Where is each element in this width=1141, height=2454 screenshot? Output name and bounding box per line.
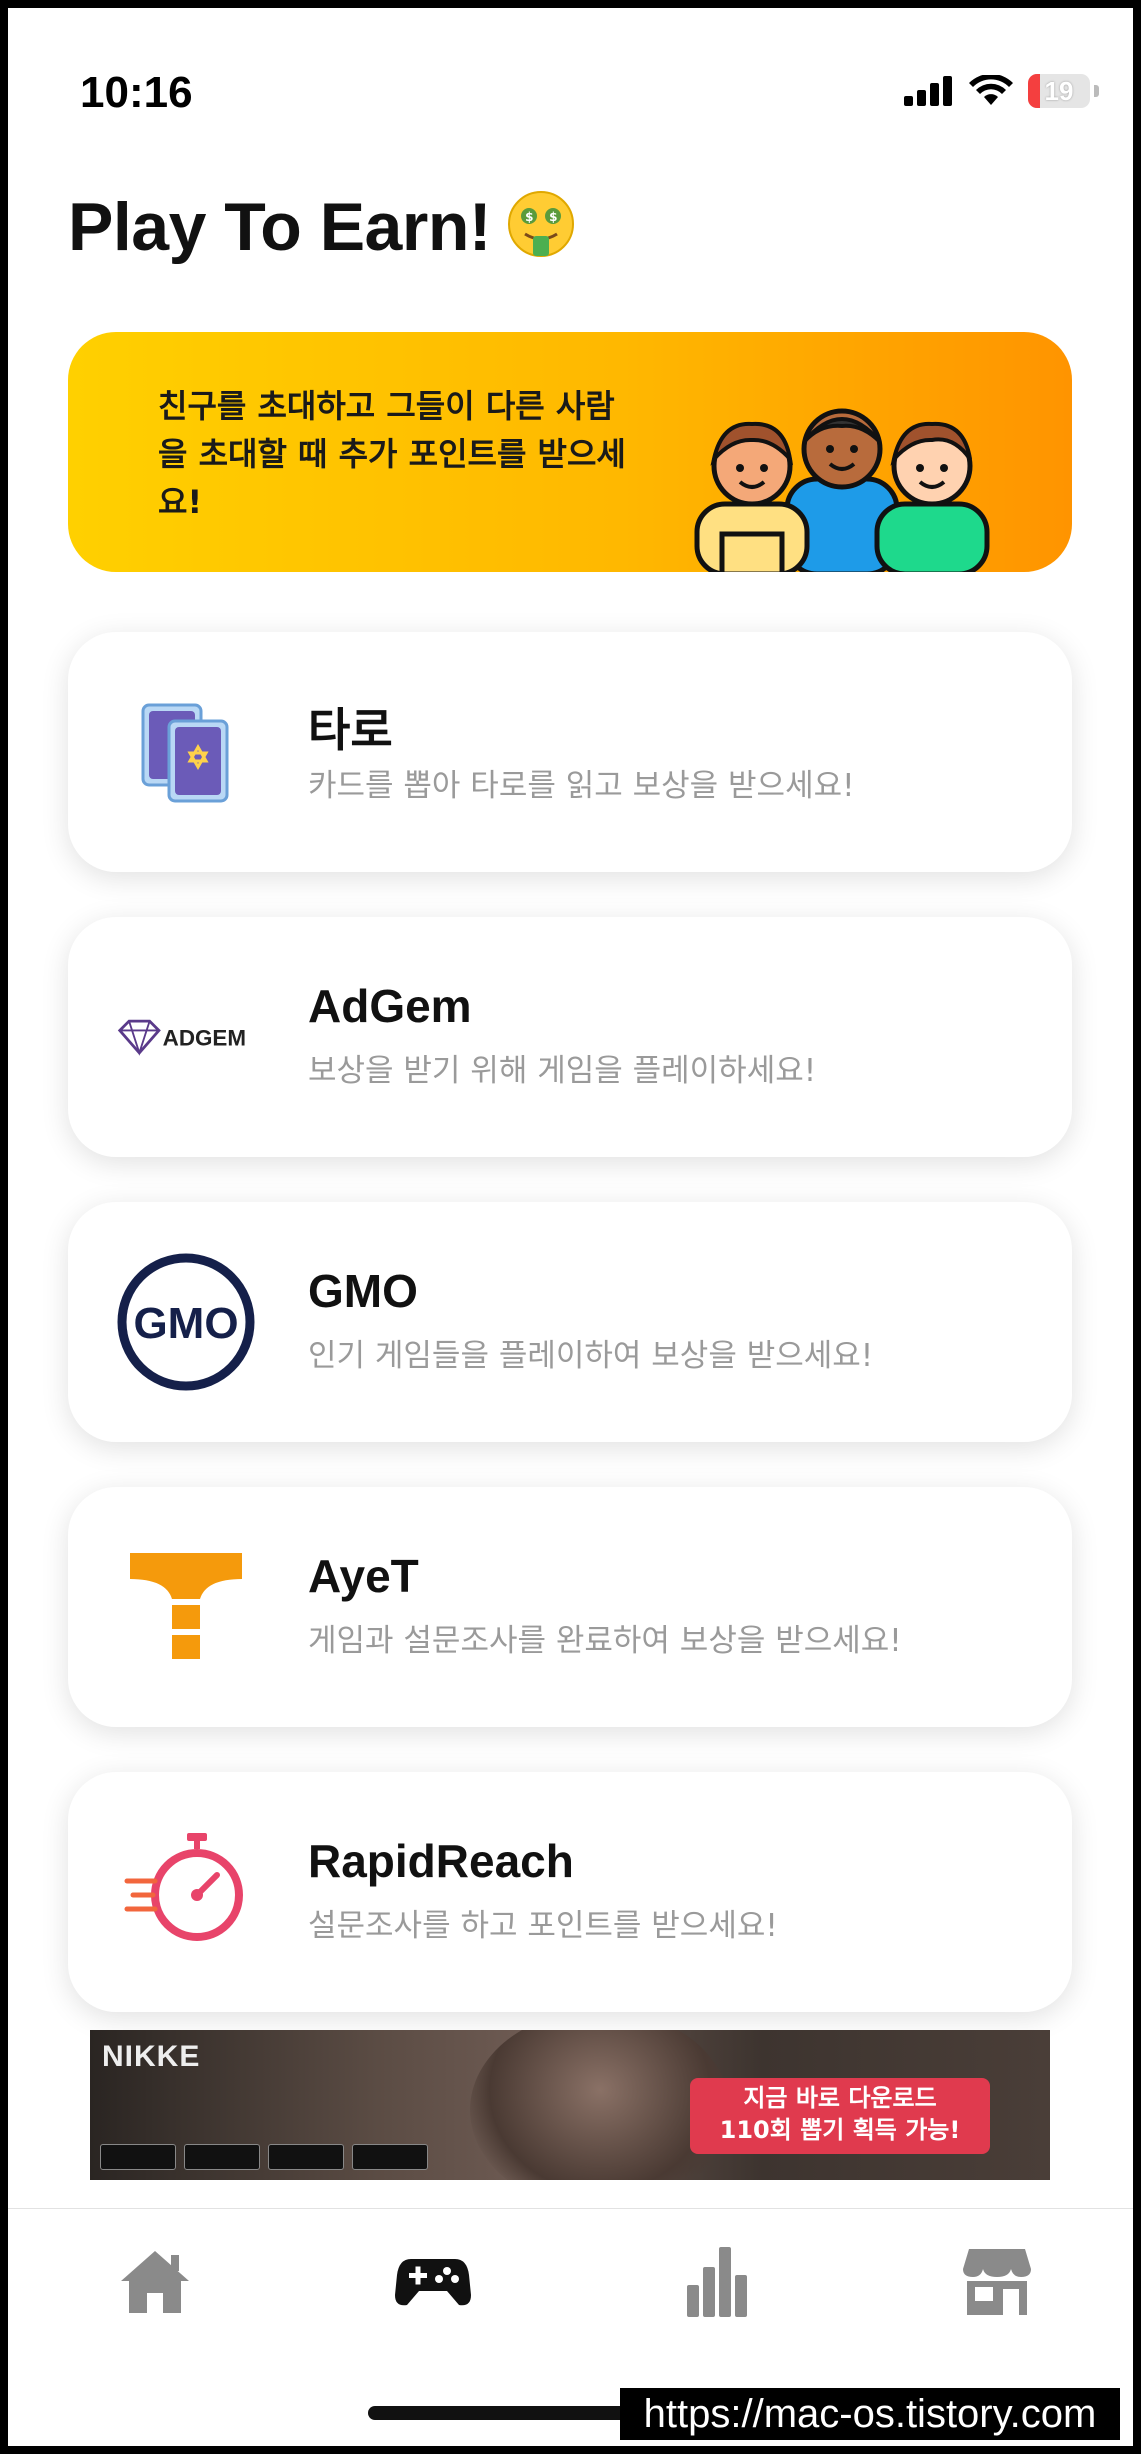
offer-card-rapidreach[interactable]: RapidReach 설문조사를 하고 포인트를 받으세요! bbox=[68, 1772, 1072, 2012]
offer-subtitle: 설문조사를 하고 포인트를 받으세요! bbox=[308, 1908, 778, 1944]
status-time: 10:16 bbox=[80, 68, 193, 117]
svg-text:$: $ bbox=[549, 210, 557, 224]
home-icon bbox=[121, 2251, 189, 2313]
offer-title: AdGem bbox=[308, 980, 472, 1032]
offer-title: AyeT bbox=[308, 1550, 419, 1602]
page-title-text: Play To Earn! bbox=[68, 189, 492, 265]
battery-level: 19 bbox=[1044, 75, 1074, 106]
offer-card-adgem[interactable]: ADGEM AdGem 보상을 받기 위해 게임을 플레이하세요! bbox=[68, 917, 1072, 1157]
gmo-logo-text: GMO bbox=[133, 1299, 238, 1348]
stopwatch-icon bbox=[116, 1822, 256, 1962]
offer-title: RapidReach bbox=[308, 1835, 574, 1887]
gamepad-icon bbox=[395, 2259, 471, 2306]
money-mouth-face-icon: $ $ bbox=[505, 188, 577, 276]
google-play-badge bbox=[100, 2144, 176, 2170]
offer-subtitle: 카드를 뽑아 타로를 읽고 보상을 받으세요! bbox=[308, 768, 855, 804]
cellular-signal-icon bbox=[904, 76, 952, 106]
bar-chart-icon bbox=[687, 2247, 747, 2317]
tab-stats[interactable] bbox=[672, 2236, 762, 2326]
adgem-logo: ADGEM bbox=[116, 967, 256, 1107]
adgem-logo-text: ADGEM bbox=[163, 1025, 246, 1050]
tab-store[interactable] bbox=[952, 2236, 1042, 2326]
ad-cta-button[interactable]: 지금 바로 다운로드 110회 뽑기 획득 가능! bbox=[690, 2078, 990, 2154]
wifi-icon bbox=[969, 75, 1013, 105]
pc-badge bbox=[352, 2144, 428, 2170]
svg-text:$: $ bbox=[525, 210, 533, 224]
offer-subtitle: 인기 게임들을 플레이하여 보상을 받으세요! bbox=[308, 1338, 874, 1374]
offer-card-ayet[interactable]: AyeT 게임과 설문조사를 완료하여 보상을 받으세요! bbox=[68, 1487, 1072, 1727]
store-icon bbox=[963, 2249, 1031, 2315]
friends-group-icon bbox=[694, 408, 990, 572]
onestore-badge bbox=[268, 2144, 344, 2170]
ad-store-badges bbox=[100, 2144, 428, 2170]
ayet-logo bbox=[116, 1537, 256, 1677]
tab-games[interactable] bbox=[388, 2236, 478, 2326]
offer-card-gmo[interactable]: GMO GMO 인기 게임들을 플레이하여 보상을 받으세요! bbox=[68, 1202, 1072, 1442]
battery-icon: 19 bbox=[1028, 74, 1090, 108]
page-title: Play To Earn! $ $ bbox=[68, 188, 577, 276]
tarot-cards-icon bbox=[116, 682, 256, 822]
gmo-logo: GMO bbox=[116, 1252, 256, 1392]
invite-friends-banner[interactable]: 친구를 초대하고 그들이 다른 사람을 초대할 때 추가 포인트를 받으세요! bbox=[68, 332, 1072, 572]
ad-banner[interactable]: NIKKE 지금 바로 다운로드 110회 뽑기 획득 가능! bbox=[90, 2030, 1050, 2180]
app-store-badge bbox=[184, 2144, 260, 2170]
offer-subtitle: 보상을 받기 위해 게임을 플레이하세요! bbox=[308, 1053, 817, 1089]
offer-title: 타로 bbox=[308, 704, 393, 756]
watermark-text: https://mac-os.tistory.com bbox=[620, 2388, 1120, 2440]
ad-brand-logo: NIKKE bbox=[102, 2040, 201, 2073]
banner-text: 친구를 초대하고 그들이 다른 사람을 초대할 때 추가 포인트를 받으세요! bbox=[158, 387, 626, 521]
offer-title: GMO bbox=[308, 1265, 418, 1317]
app-screen: 10:16 19 Play To Earn! $ $ 친구를 초대하고 그들이 … bbox=[8, 8, 1133, 2446]
offer-card-tarot[interactable]: 타로 카드를 뽑아 타로를 읽고 보상을 받으세요! bbox=[68, 632, 1072, 872]
status-icons: 19 bbox=[904, 74, 1099, 108]
offer-subtitle: 게임과 설문조사를 완료하여 보상을 받으세요! bbox=[308, 1623, 902, 1659]
tab-bar-divider bbox=[8, 2208, 1133, 2209]
tab-home[interactable] bbox=[110, 2236, 200, 2326]
